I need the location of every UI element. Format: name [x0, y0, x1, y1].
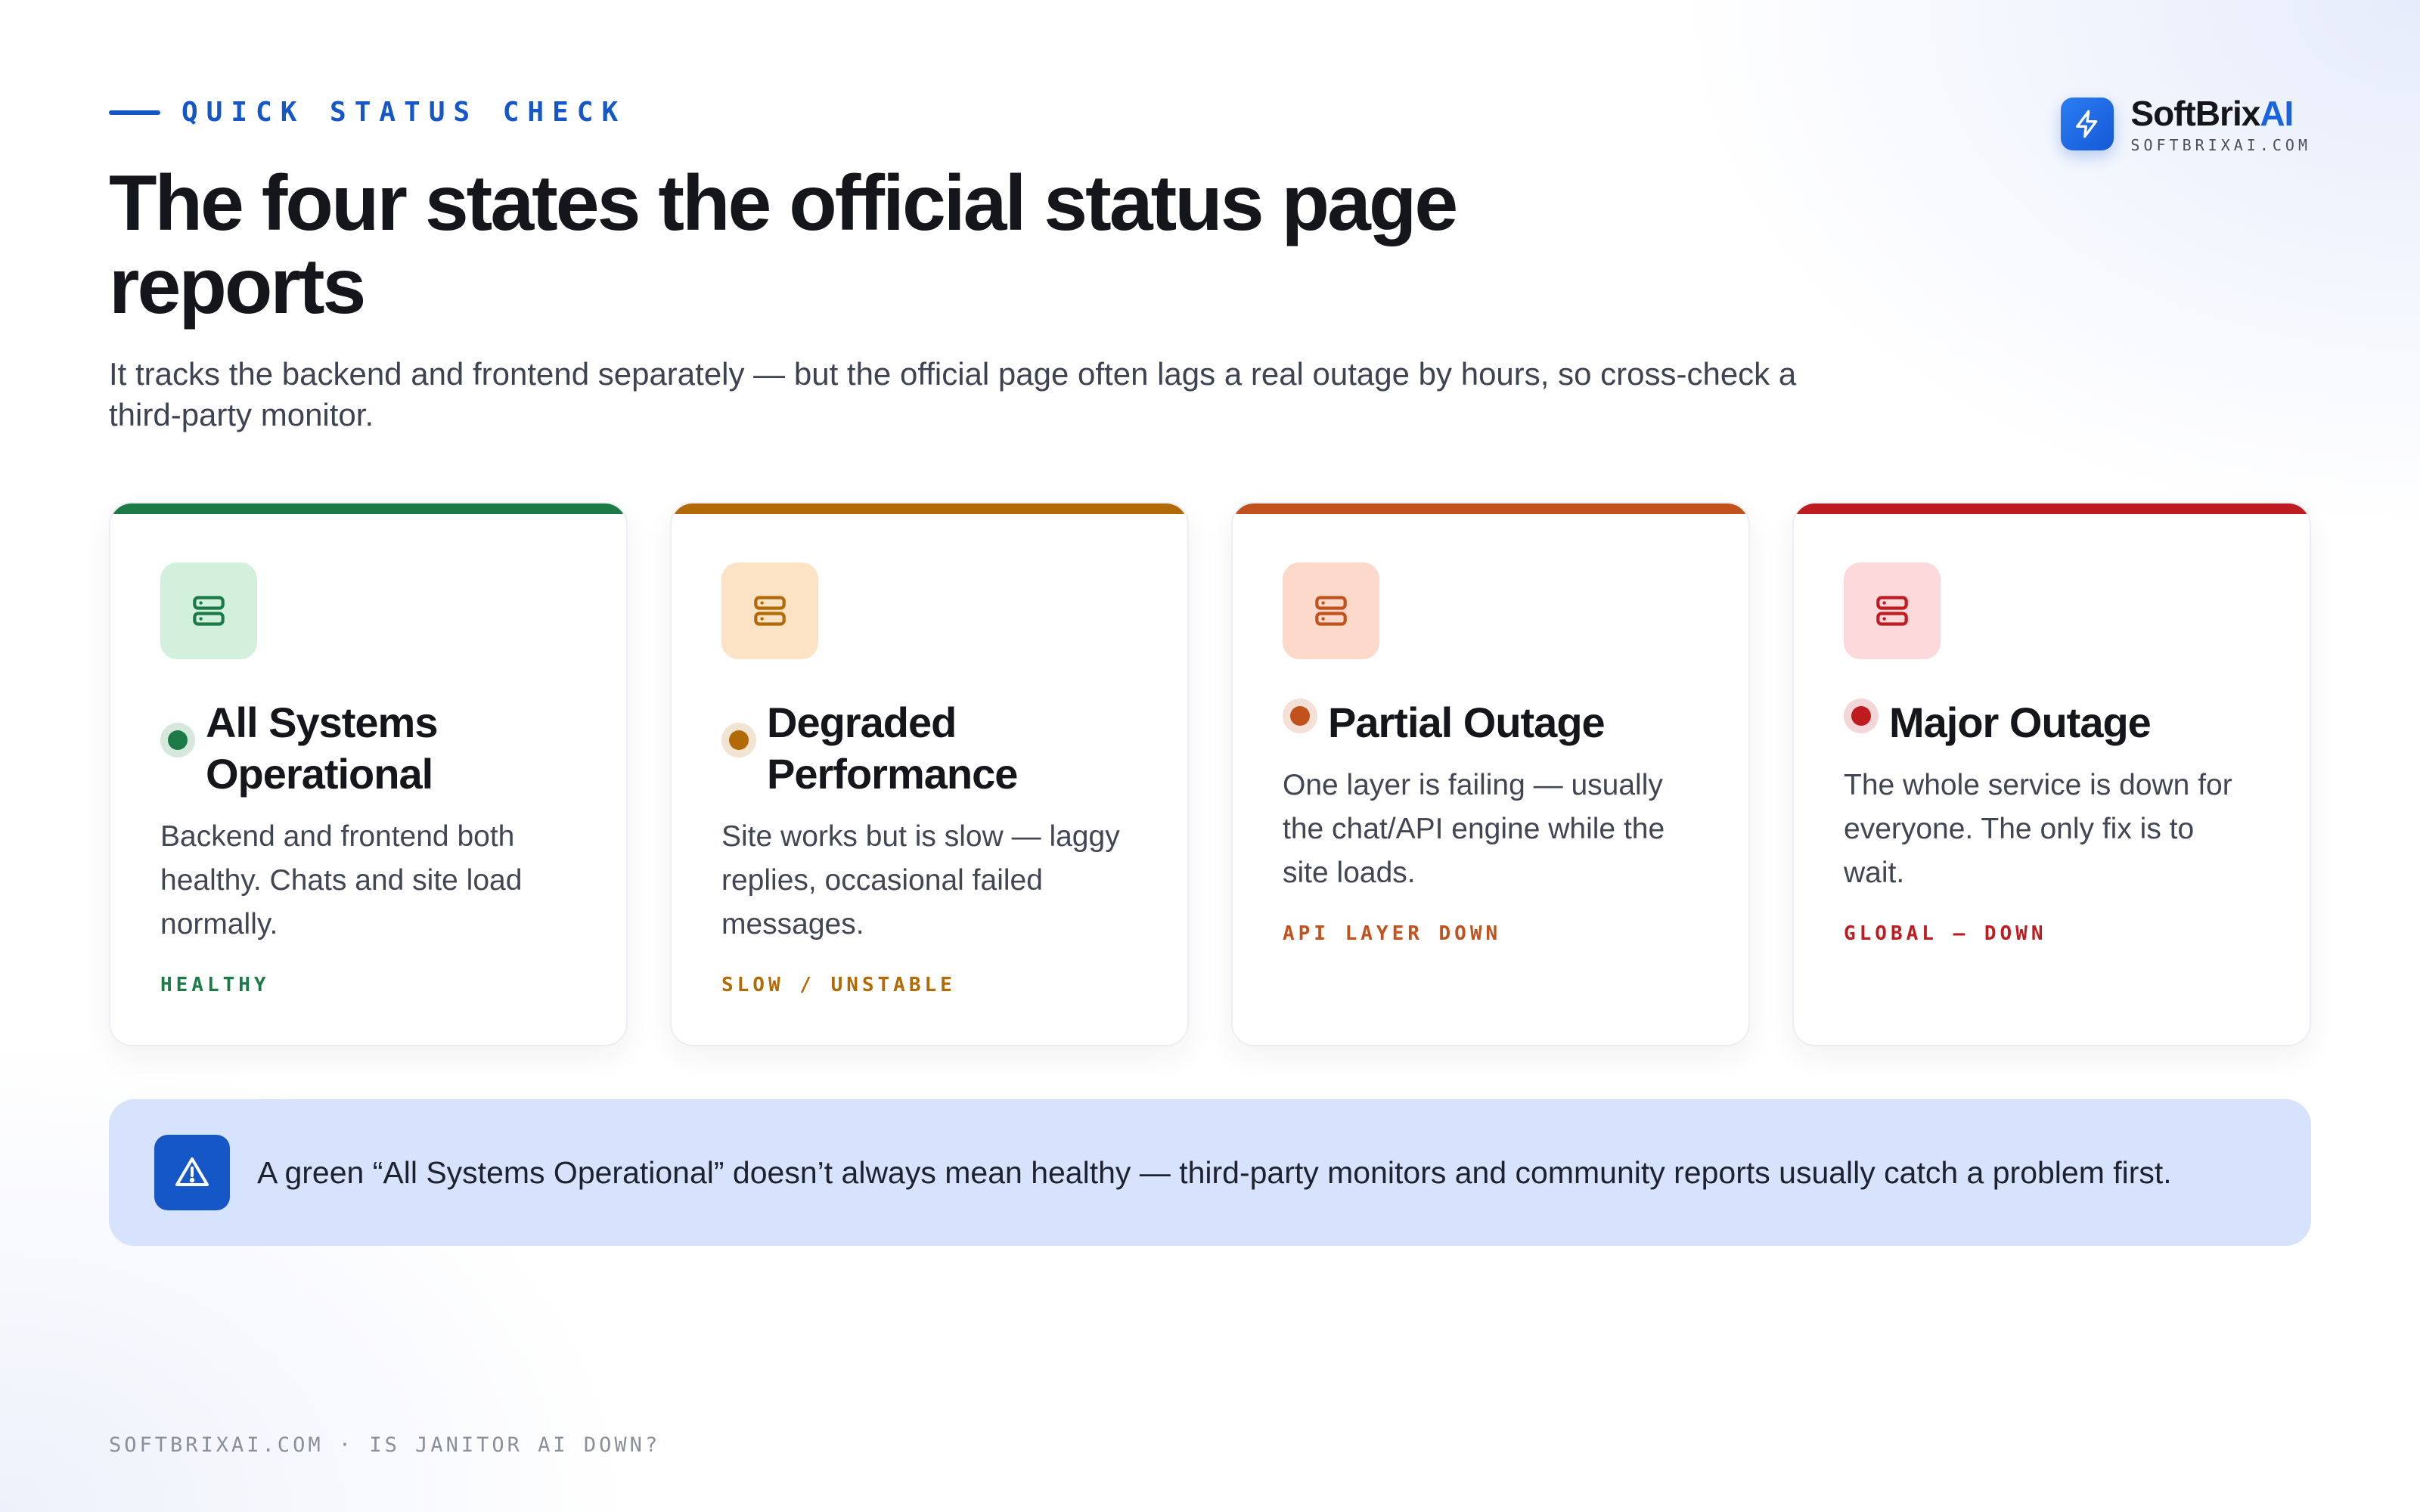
status-badge: SLOW / UNSTABLE — [721, 974, 956, 996]
eyebrow-text: QUICK STATUS CHECK — [182, 97, 627, 128]
card-accent-bar — [1233, 503, 1748, 514]
status-card-degraded: Degraded Performance Site works but is s… — [670, 502, 1189, 1046]
card-heading: Partial Outage — [1283, 697, 1699, 748]
brand-text: SoftBrixAI SOFTBRIXAI.COM — [2130, 94, 2311, 154]
status-dot — [1844, 699, 1879, 733]
card-title: Major Outage — [1889, 699, 2152, 746]
status-badge: GLOBAL — DOWN — [1844, 922, 2047, 945]
card-accent-bar — [110, 503, 626, 514]
callout-text: A green “All Systems Operational” doesn’… — [257, 1155, 2172, 1190]
card-accent-bar — [672, 503, 1187, 514]
brand-logo[interactable]: SoftBrixAI SOFTBRIXAI.COM — [2061, 94, 2311, 154]
card-title: All Systems Operational — [206, 699, 439, 798]
status-badge: HEALTHY — [160, 974, 270, 996]
footer-text: SOFTBRIXAI.COM · IS JANITOR AI DOWN? — [109, 1433, 661, 1457]
card-heading: Major Outage — [1844, 697, 2260, 748]
lightning-bolt-icon — [2061, 98, 2114, 150]
card-accent-bar — [1794, 503, 2310, 514]
warning-triangle-icon — [154, 1135, 230, 1210]
server-stack-icon — [721, 562, 818, 659]
status-card-partial-outage: Partial Outage One layer is failing — us… — [1231, 502, 1750, 1046]
server-stack-icon — [160, 562, 257, 659]
card-heading: Degraded Performance — [721, 697, 1137, 800]
status-badge: API LAYER DOWN — [1283, 922, 1502, 945]
card-heading: All Systems Operational — [160, 697, 576, 800]
card-description: Backend and frontend both healthy. Chats… — [160, 820, 523, 940]
brand-name: SoftBrixAI — [2130, 94, 2294, 133]
server-stack-icon — [1844, 562, 1941, 659]
status-card-major-outage: Major Outage The whole service is down f… — [1792, 502, 2311, 1046]
status-cards: All Systems Operational Backend and fron… — [109, 502, 2311, 1046]
status-dot — [1283, 699, 1317, 733]
server-stack-icon — [1283, 562, 1379, 659]
card-description: The whole service is down for everyone. … — [1844, 769, 2232, 889]
eyebrow: QUICK STATUS CHECK — [109, 97, 626, 128]
page-title: The four states the official status page… — [109, 160, 1458, 330]
card-title: Partial Outage — [1328, 699, 1606, 746]
card-description: One layer is failing — usually the chat/… — [1283, 769, 1665, 889]
status-card-operational: All Systems Operational Backend and fron… — [109, 502, 628, 1046]
brand-url: SOFTBRIXAI.COM — [2130, 136, 2311, 154]
eyebrow-line — [109, 110, 160, 115]
card-description: Site works but is slow — laggy replies, … — [721, 820, 1120, 940]
card-title: Degraded Performance — [767, 699, 1018, 798]
status-dot — [160, 723, 195, 758]
page-subtitle: It tracks the backend and frontend separ… — [109, 356, 1797, 432]
status-dot — [721, 723, 756, 758]
warning-callout: A green “All Systems Operational” doesn’… — [109, 1099, 2311, 1246]
